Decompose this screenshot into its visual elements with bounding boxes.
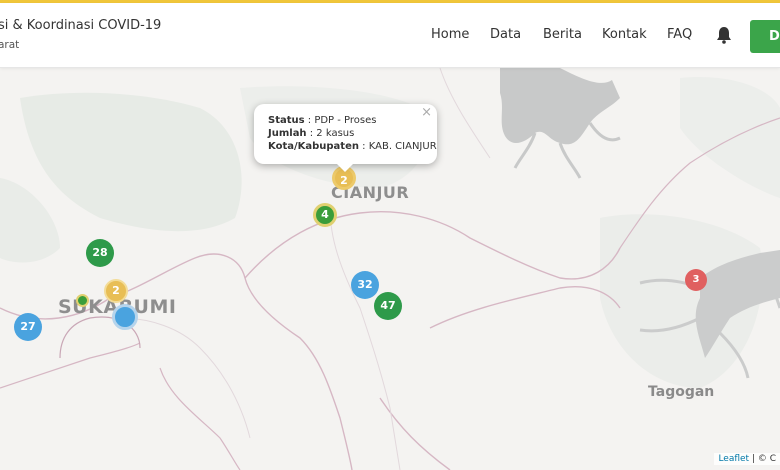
cluster-marker-blue[interactable]: 32: [351, 271, 379, 299]
popup-status-label: Status: [268, 115, 305, 126]
cluster-marker-green[interactable]: 47: [374, 292, 402, 320]
cluster-marker-yellow[interactable]: 2: [104, 279, 128, 303]
site-header: si & Koordinasi COVID-19 arat Home Data …: [0, 3, 780, 68]
map-view[interactable]: CIANJUR SUKABUMI Tagogan 2 4 28 2 27 32 …: [0, 68, 780, 470]
popup-jumlah-label: Jumlah: [268, 128, 307, 139]
popup-kota-value: KAB. CIANJUR: [368, 141, 437, 152]
nav-faq[interactable]: FAQ: [667, 27, 692, 42]
cluster-marker-blue[interactable]: 27: [14, 313, 42, 341]
cluster-marker-green[interactable]: 28: [86, 239, 114, 267]
nav-berita[interactable]: Berita: [543, 27, 582, 42]
popup-jumlah-value: 2 kasus: [316, 128, 355, 139]
popup-kota-label: Kota/Kabupaten: [268, 141, 359, 152]
cluster-marker-red[interactable]: 3: [685, 269, 707, 291]
map-attribution: Leaflet | © C: [714, 453, 780, 465]
nav-kontak[interactable]: Kontak: [602, 27, 647, 42]
nav-home[interactable]: Home: [431, 27, 469, 42]
attribution-text: | © C: [749, 454, 776, 464]
popup-tip: [336, 163, 354, 172]
case-marker-green[interactable]: [76, 294, 89, 307]
popup-status-value: PDP - Proses: [314, 115, 377, 126]
case-popup: Status : PDP - Proses Jumlah : 2 kasus K…: [254, 104, 437, 164]
bell-icon[interactable]: [715, 25, 733, 45]
popup-close-icon[interactable]: ×: [421, 106, 432, 119]
popup-jumlah-row: Jumlah : 2 kasus: [268, 128, 355, 139]
site-title: si & Koordinasi COVID-19: [0, 18, 162, 33]
cta-button[interactable]: D: [750, 20, 780, 53]
city-label-tagogan: Tagogan: [648, 384, 715, 400]
cluster-marker-blue[interactable]: [112, 304, 138, 330]
nav-data[interactable]: Data: [490, 27, 521, 42]
site-subtitle: arat: [0, 39, 20, 51]
popup-kota-row: Kota/Kabupaten : KAB. CIANJUR: [268, 141, 437, 152]
leaflet-link[interactable]: Leaflet: [718, 454, 749, 464]
cluster-marker-green[interactable]: 4: [313, 203, 337, 227]
popup-status-row: Status : PDP - Proses: [268, 115, 377, 126]
